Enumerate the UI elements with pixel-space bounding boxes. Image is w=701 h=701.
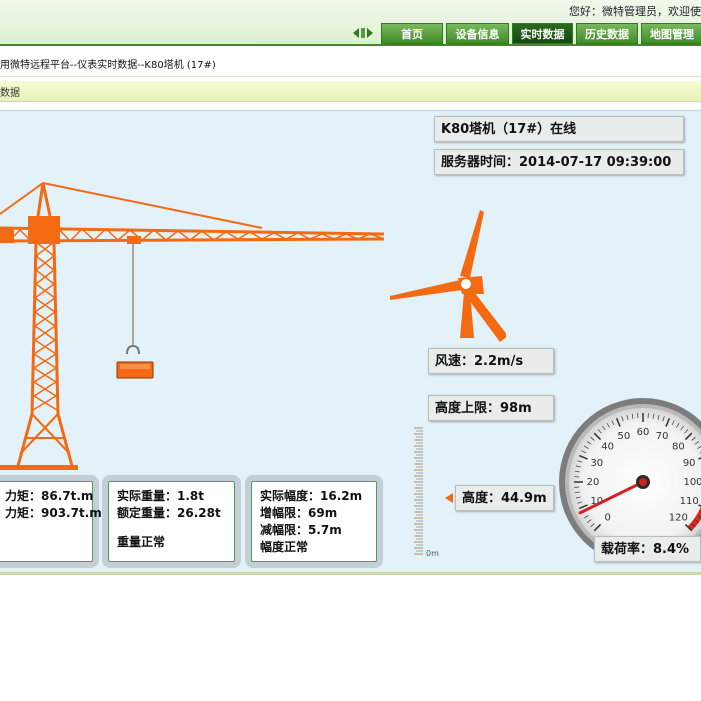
crane-cab [28,216,60,244]
device-status-box: K80塔机（17#）在线 [434,116,684,142]
height-scale: 0m [414,427,439,558]
decrease-range-limit: 减幅限：5.7m [260,523,342,537]
gauge-tick-label: 100 [683,477,701,488]
nav-divider-icon [361,28,365,38]
welcome-text: 您好：微特管理员，欢迎使 [569,5,701,18]
section-header-bar [0,81,701,102]
crane-apex-left [36,182,45,217]
crane-base-left-leg [16,413,34,467]
crane-apex-right [41,182,52,217]
tab-history-data[interactable]: 历史数据 [576,23,638,44]
gauge-tick-label: 50 [617,431,630,442]
range-card: 实际幅度：16.2m 增幅限：69m 减幅限：5.7m 幅度正常 [245,475,383,568]
tab-map-management[interactable]: 地图管理 [641,23,701,44]
turbine-blade-up [460,210,484,278]
nav-scroll-arrows[interactable] [351,25,375,41]
moment-card: 力矩：86.7t.m 力矩：903.7t.m [0,475,102,568]
server-time-box: 服务器时间：2014-07-17 09:39:00 [434,149,684,175]
rated-weight: 额定重量：26.28t [117,506,221,520]
load-rate-box: 载荷率：8.4% [594,536,701,562]
gauge-tick-label: 20 [587,477,600,488]
nav-underline [0,44,701,46]
gauge-tick-label: 110 [680,496,699,507]
turbine-hub [461,279,471,289]
tower-crane-illustration [0,182,385,470]
range-status: 幅度正常 [260,540,309,554]
crane-counter-cable [0,182,44,215]
gauge-tick-label: 120 [669,512,688,523]
height-scale-zero-label: 0m [426,549,439,558]
nav-left-arrow-icon[interactable] [353,28,359,38]
section-title: 数据 [0,88,20,99]
crane-base-right-leg [56,413,74,467]
crane-counterweight [0,228,14,243]
gauge-tick-label: 60 [637,427,650,438]
crane-ground-beam [0,465,78,470]
breadcrumb: 用微特远程平台--仪表实时数据--K80塔机 (17#) [0,60,216,71]
tab-home[interactable]: 首页 [381,23,443,44]
gauge-tick-label: 40 [601,442,614,453]
crane-mast-left [30,241,38,415]
hook-icon [126,344,140,355]
crane-trolley [127,236,141,244]
gauge-tick-label: 0 [604,512,610,523]
height-upper-limit-box: 高度上限：98m [428,395,554,421]
wind-turbine-icon [390,210,506,342]
breadcrumb-divider [0,76,701,77]
increase-range-limit: 增幅限：69m [260,506,338,520]
crane-jib-cable [42,182,263,229]
moment-line-2: 力矩：903.7t.m [5,506,102,520]
actual-range: 实际幅度：16.2m [260,489,363,503]
gauge-tick-label: 30 [590,458,603,469]
height-pointer-icon [445,493,453,503]
turbine-blade-left [390,280,462,300]
nav-right-arrow-icon[interactable] [367,28,373,38]
gauge-hub-center [639,478,647,486]
gauge-tick-label: 90 [683,458,696,469]
crane-mast-right [52,241,60,415]
actual-weight: 实际重量：1.8t [117,489,204,503]
gauge-tick-label: 80 [672,442,685,453]
panel-bottom-border [0,572,701,575]
weight-card: 实际重量：1.8t 额定重量：26.28t 重量正常 [102,475,241,568]
tab-realtime-data[interactable]: 实时数据 [512,23,573,44]
tab-device-info[interactable]: 设备信息 [446,23,509,44]
weight-status: 重量正常 [117,535,166,549]
moment-line-1: 力矩：86.7t.m [5,489,94,503]
gauge-tick-label: 70 [656,431,669,442]
wind-speed-box: 风速：2.2m/s [428,348,554,374]
load-rate-gauge: 01020304050 60 708090100110120 [559,398,701,556]
crane-load-highlight [120,364,150,369]
height-current-box: 高度：44.9m [455,485,554,511]
